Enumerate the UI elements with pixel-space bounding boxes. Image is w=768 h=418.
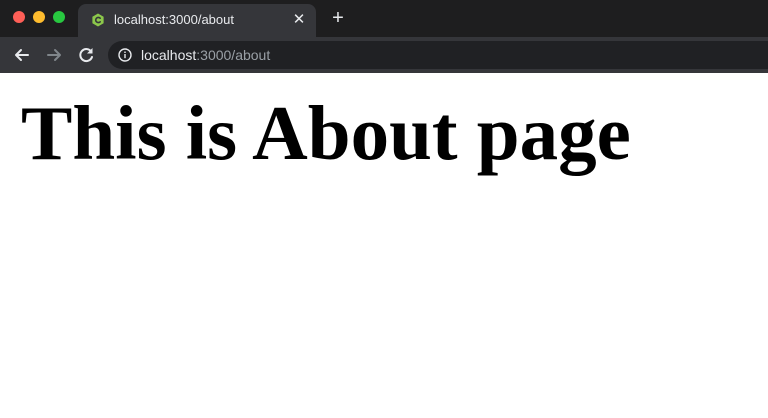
tab-title: localhost:3000/about: [114, 12, 234, 27]
maximize-window-button[interactable]: [53, 11, 65, 23]
new-tab-button[interactable]: +: [328, 8, 348, 28]
page-content: This is About page: [0, 73, 768, 418]
tab-about[interactable]: localhost:3000/about ✕: [78, 4, 316, 37]
minimize-window-button[interactable]: [33, 11, 45, 23]
tab-bar: localhost:3000/about ✕ +: [0, 0, 768, 37]
reload-icon[interactable]: [75, 44, 97, 66]
url-text[interactable]: localhost:3000/about: [141, 47, 270, 63]
address-bar[interactable]: localhost:3000/about: [108, 41, 768, 69]
back-arrow-icon[interactable]: [11, 44, 33, 66]
browser-toolbar: localhost:3000/about: [0, 37, 768, 73]
close-tab-icon[interactable]: ✕: [290, 11, 308, 29]
nodejs-icon: [92, 13, 104, 27]
info-icon[interactable]: [118, 48, 132, 62]
page-heading: This is About page: [21, 90, 631, 176]
browser-window: localhost:3000/about ✕ + localhost:3000/…: [0, 0, 768, 418]
forward-arrow-icon[interactable]: [43, 44, 65, 66]
url-path: :3000/about: [196, 47, 271, 63]
url-host: localhost: [141, 47, 197, 63]
close-window-button[interactable]: [13, 11, 25, 23]
